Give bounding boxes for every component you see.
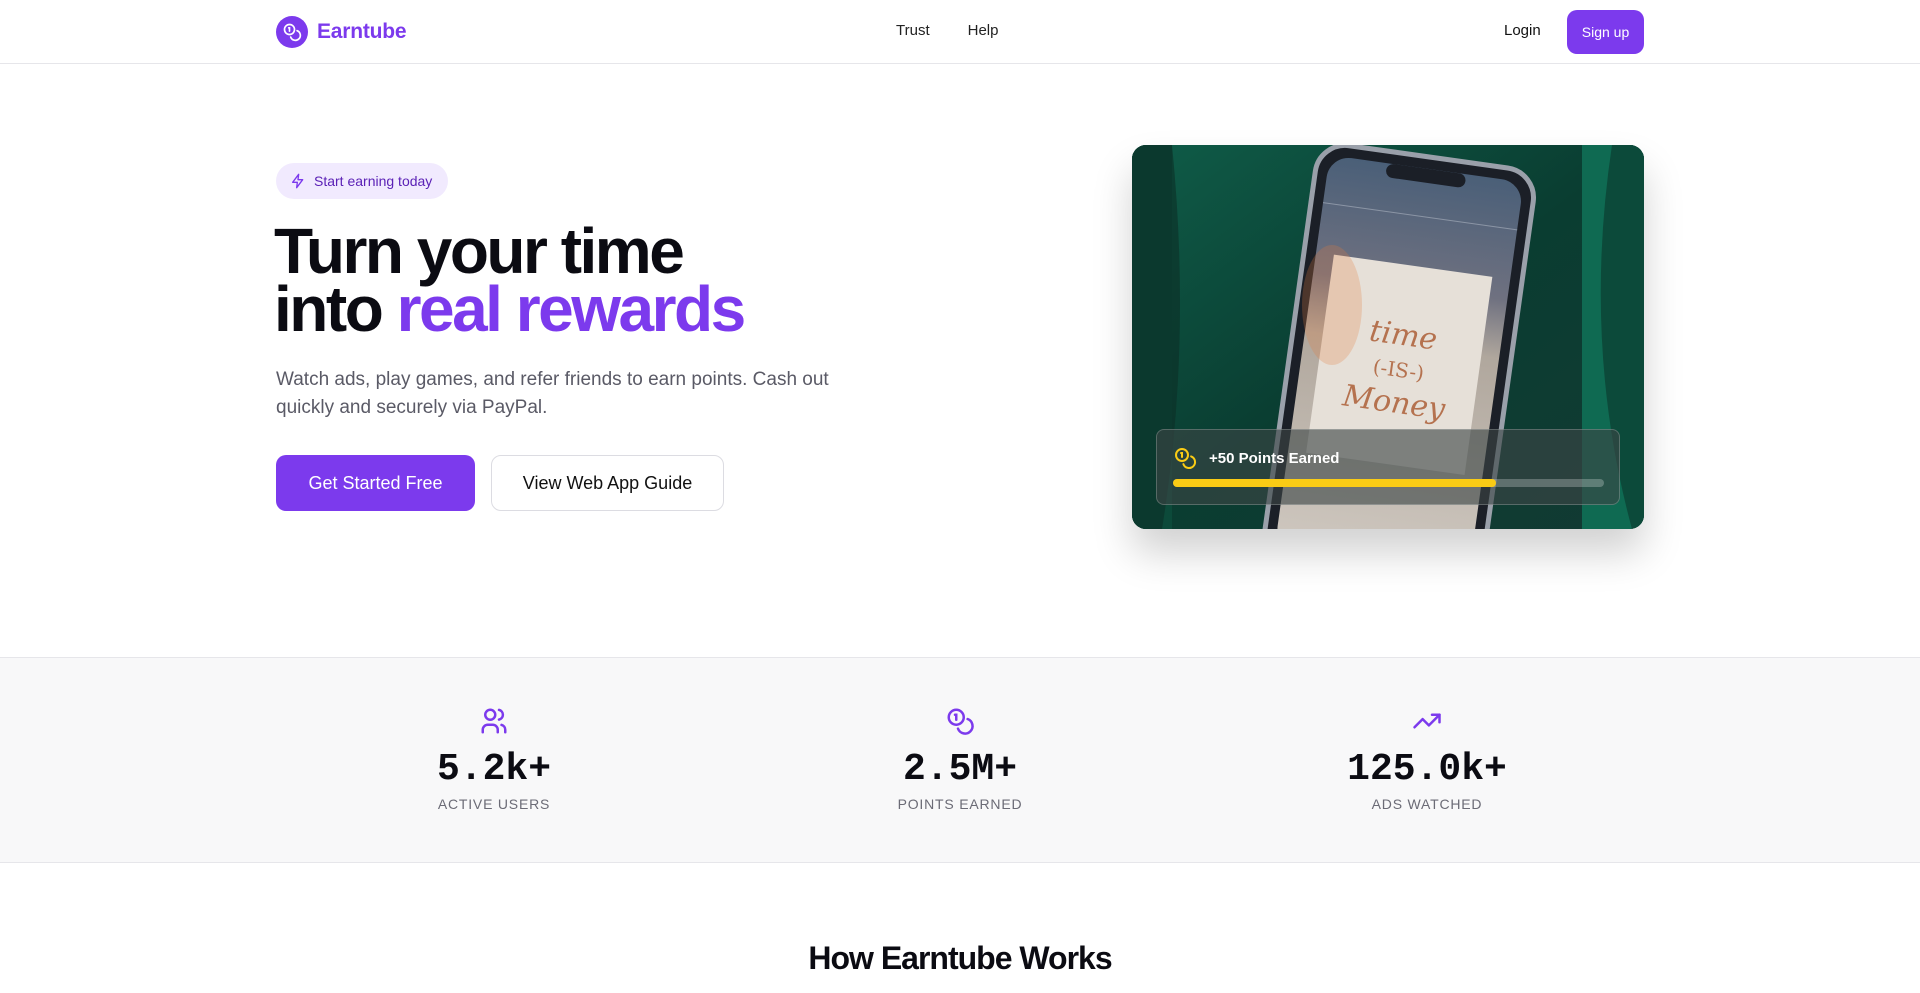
signup-button[interactable]: Sign up [1567, 10, 1644, 54]
nav-link-help[interactable]: Help [968, 22, 999, 39]
hero-image-card: time (-IS-) Money +50 Points Earned [1132, 145, 1644, 529]
get-started-button[interactable]: Get Started Free [276, 455, 475, 511]
brand-logo-link[interactable]: Earntube [276, 16, 407, 48]
users-icon [481, 708, 507, 734]
stat-value: 2.5M+ [902, 748, 1018, 791]
nav-link-trust[interactable]: Trust [896, 22, 930, 39]
how-it-works-title: How Earntube Works [808, 940, 1112, 976]
stat-label: POINTS EARNED [897, 796, 1023, 812]
coins-icon [276, 16, 308, 48]
stat-value: 5.2k+ [436, 748, 552, 791]
site-header: Earntube Trust Help Login Sign up [0, 0, 1920, 64]
coins-icon [1175, 448, 1196, 469]
brand-name: Earntube [317, 20, 407, 43]
badge-label: Start earning today [314, 173, 433, 189]
hero-title-line2-prefix: into [274, 273, 397, 345]
stats-section: 5.2k+ ACTIVE USERS 2.5M+ POINTS EARNED 1… [0, 657, 1920, 863]
web-app-guide-button[interactable]: View Web App Guide [491, 455, 724, 511]
main-nav: Trust Help [896, 22, 998, 39]
trending-up-icon [1413, 713, 1441, 729]
coins-icon [947, 708, 974, 735]
hero-subtitle: Watch ads, play games, and refer friends… [276, 369, 829, 418]
stat-label: ACTIVE USERS [437, 796, 551, 812]
hero-title-accent: real rewards [396, 273, 747, 345]
points-earned-panel: +50 Points Earned [1156, 429, 1620, 505]
lightning-icon [292, 173, 304, 189]
stat-label: ADS WATCHED [1371, 796, 1483, 812]
start-earning-badge: Start earning today [276, 163, 449, 199]
points-progress-track [1173, 479, 1604, 487]
hero-title: Turn your time into real rewards [274, 219, 746, 341]
login-link[interactable]: Login [1504, 22, 1541, 39]
points-earned-text: +50 Points Earned [1209, 450, 1340, 467]
stat-value: 125.0k+ [1347, 748, 1507, 791]
points-progress-fill [1173, 479, 1497, 487]
